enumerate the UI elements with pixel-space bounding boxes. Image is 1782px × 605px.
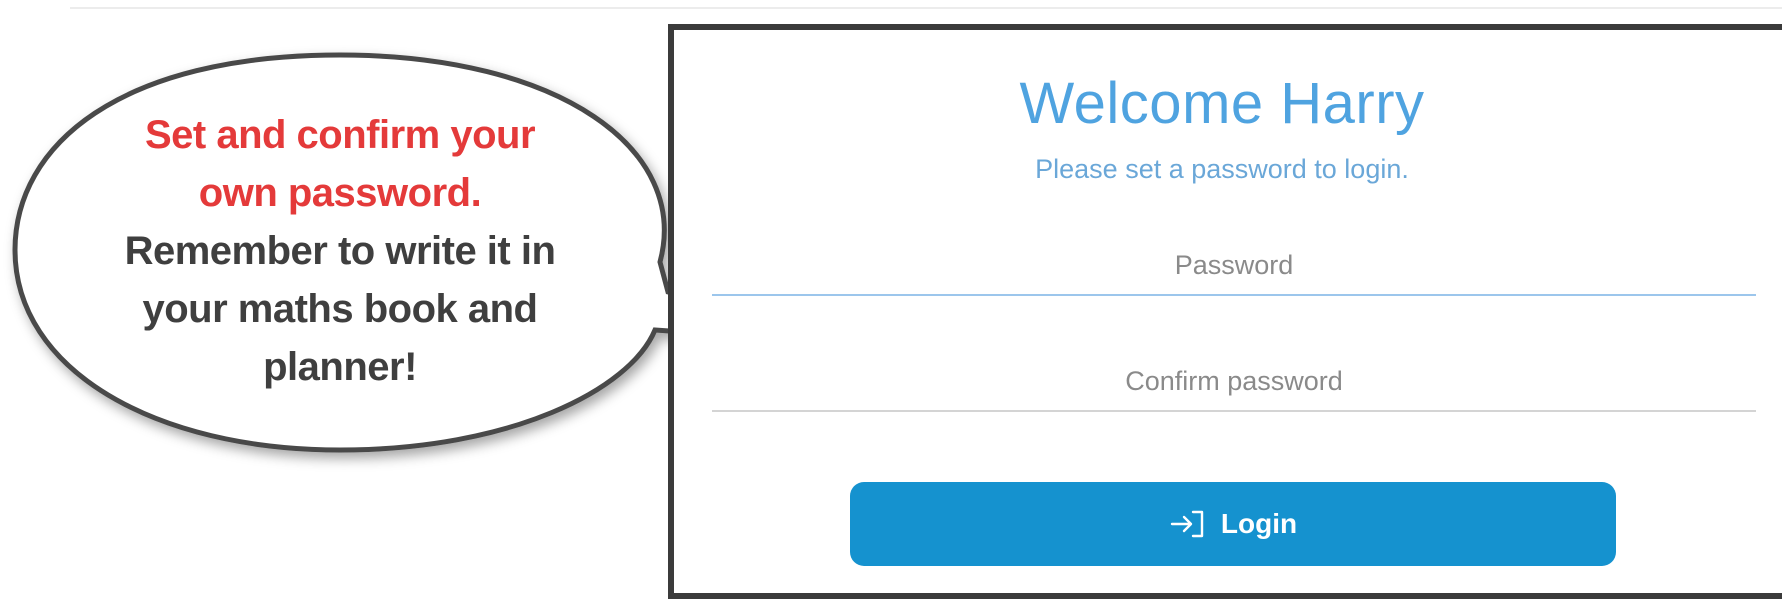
- callout-line-3: Remember to write it in: [124, 229, 556, 273]
- callout-text: Set and confirm your own password. Remem…: [60, 106, 620, 396]
- callout-line-5: planner!: [263, 345, 417, 389]
- callout-line-4: your maths book and: [142, 287, 539, 331]
- login-button-label: Login: [1220, 508, 1298, 539]
- login-arrow-icon: [1169, 508, 1207, 540]
- callout-line-1: Set and confirm your: [144, 113, 536, 157]
- confirm-password-field[interactable]: [712, 352, 1756, 412]
- welcome-title: Welcome Harry: [1019, 71, 1425, 136]
- callout-line-2: own password.: [198, 171, 482, 215]
- login-button[interactable]: Login: [850, 482, 1616, 566]
- login-panel: Welcome Harry Please set a password to l…: [668, 24, 1782, 599]
- welcome-subtitle: Please set a password to login.: [1035, 154, 1409, 184]
- password-field[interactable]: [712, 236, 1756, 296]
